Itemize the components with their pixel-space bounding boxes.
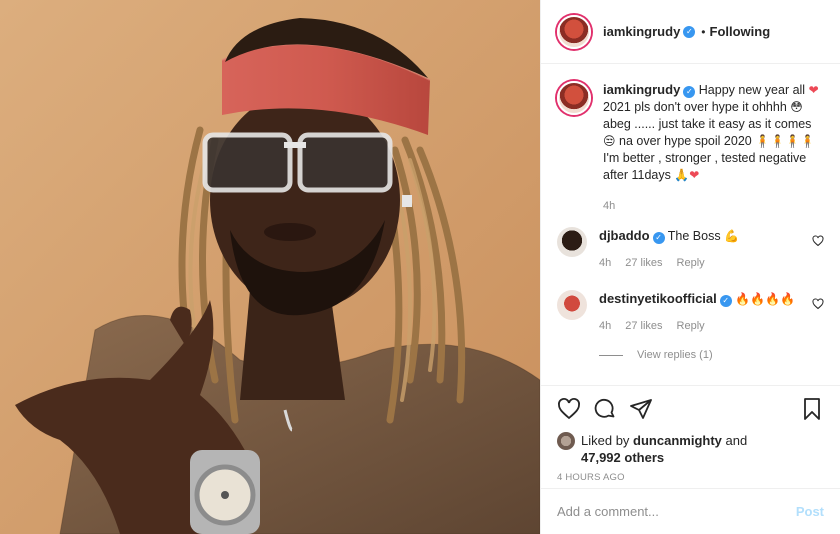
liker-avatar[interactable] [557,432,575,450]
post-timestamp[interactable]: 4 HOURS AGO [557,472,824,483]
caption-author-username[interactable]: iamkingrudy [603,82,680,97]
caption-author-avatar[interactable] [557,81,591,115]
save-bookmark-icon[interactable] [800,397,824,421]
comment-bubble-icon[interactable] [593,397,617,421]
caption-timestamp[interactable]: 4h [603,198,824,215]
pray-hands-icon: 🙏 [674,168,690,182]
person-standing-icons: 🧍🧍🧍🧍 [755,134,815,148]
like-heart-icon[interactable] [557,397,581,421]
comment-time[interactable]: 4h [599,255,611,272]
comment-likes[interactable]: 27 likes [625,318,662,335]
author-avatar[interactable] [557,14,591,49]
caption-body: iamkingrudy ✓ Happy new year all ❤ 2021 p… [603,81,824,215]
commenter-avatar[interactable] [557,227,587,257]
comment-input[interactable] [557,504,796,519]
flexed-biceps-icon: 💪 [724,229,740,243]
commenter-username[interactable]: djbaddo [599,228,650,243]
likes-summary: Liked by duncanmighty and 47,992 others [557,432,824,466]
red-heart-icon: ❤ [808,83,819,97]
post-details-panel: iamkingrudy ✓ • Following iamkingrudy ✓ H… [540,0,840,534]
comment-reply-button[interactable]: Reply [677,318,705,335]
add-comment-bar: Post [541,488,840,534]
post-header: iamkingrudy ✓ • Following [541,0,840,64]
fire-icons: 🔥🔥🔥🔥 [735,292,795,306]
instagram-post-window: iamkingrudy ✓ • Following iamkingrudy ✓ H… [0,0,840,534]
comment-text: The Boss [667,229,725,243]
verified-badge-icon: ✓ [683,25,696,38]
post-photo-illustration [0,0,540,534]
post-photo[interactable] [0,0,540,534]
likes-count[interactable]: 47,992 others [581,450,664,465]
comments-section[interactable]: iamkingrudy ✓ Happy new year all ❤ 2021 p… [541,65,840,385]
liked-by-and: and [721,433,748,448]
caption-text-2: 2021 pls don't over hype it ohhhh [603,100,791,114]
flushed-face-icon: 😳 [790,100,803,114]
commenter-avatar[interactable] [557,290,587,320]
author-username[interactable]: iamkingrudy [603,24,680,39]
red-heart-icon: ❤ [689,168,700,182]
caption-text-5: I'm better , stronger , tested negative … [603,151,807,182]
comment-item: destinyetikoofficial ✓ 🔥🔥🔥🔥 4h 27 likes R… [557,290,824,335]
caption-text-4: na over hype spoil 2020 [615,134,756,148]
verified-badge-icon: ✓ [719,295,732,307]
caption-text-1: Happy new year all [698,83,809,97]
liked-by-prefix: Liked by [581,433,634,448]
view-replies-label[interactable]: View replies (1) [637,349,713,361]
like-comment-heart-icon[interactable] [812,298,824,310]
comment-time[interactable]: 4h [599,318,611,335]
header-separator: • [701,24,706,39]
comment-likes[interactable]: 27 likes [625,255,662,272]
replies-divider-line [599,354,623,356]
liker-username[interactable]: duncanmighty [633,433,722,448]
unamused-face-icon: 😒 [603,134,616,148]
like-comment-heart-icon[interactable] [812,235,824,247]
verified-badge-icon: ✓ [683,86,696,98]
post-comment-button[interactable]: Post [796,504,824,519]
post-actions: Liked by duncanmighty and 47,992 others … [541,385,840,483]
caption-text-3: abeg ...... just take it easy as it come… [603,117,812,131]
view-replies-button[interactable]: View replies (1) [599,349,713,361]
share-direct-icon[interactable] [629,397,653,421]
verified-badge-icon: ✓ [652,232,665,244]
comment-item: djbaddo ✓ The Boss 💪 4h 27 likes Reply [557,227,824,272]
comment-reply-button[interactable]: Reply [677,255,705,272]
action-icons-row [557,394,824,424]
post-caption: iamkingrudy ✓ Happy new year all ❤ 2021 p… [557,81,824,215]
commenter-username[interactable]: destinyetikoofficial [599,291,717,306]
following-button[interactable]: Following [710,24,771,39]
